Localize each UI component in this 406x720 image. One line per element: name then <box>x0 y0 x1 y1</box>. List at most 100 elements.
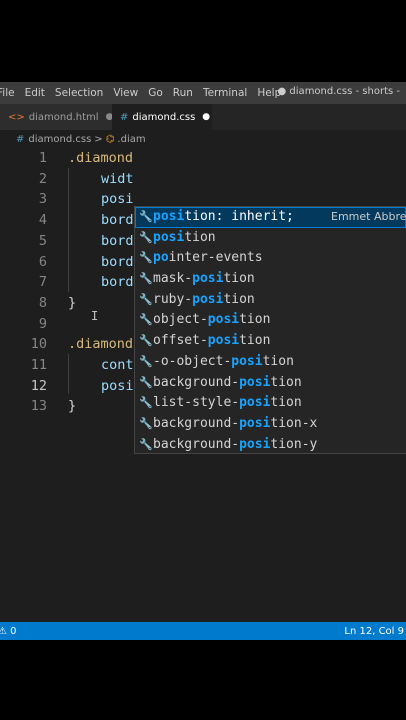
suggestion-match: posi <box>239 395 271 411</box>
css-file-icon: # <box>16 133 25 145</box>
suggestion-match: posi <box>153 209 185 224</box>
suggestion-item[interactable]: 🔧position <box>135 228 406 249</box>
breadcrumb-symbol[interactable]: .diam <box>117 134 145 145</box>
suggestion-item[interactable]: 🔧pointer-events <box>135 248 406 269</box>
tab-label: diamond.html <box>28 111 99 123</box>
line-number: 11 <box>30 357 47 373</box>
suggestion-match: posi <box>192 291 224 307</box>
wrench-icon: 🔧 <box>139 251 153 265</box>
suggestion-rest: tion <box>262 353 294 369</box>
suggestion-item[interactable]: 🔧background-position-y <box>135 435 406 453</box>
line-number: 6 <box>38 253 47 270</box>
breadcrumb-file[interactable]: diamond.css <box>28 134 91 145</box>
wrench-icon: 🔧 <box>139 375 153 389</box>
suggestion-item[interactable]: 🔧-o-object-position <box>135 352 406 373</box>
code-text-wrapper: posi <box>101 376 136 396</box>
suggestion-item[interactable]: 🔧position: inherit; Emmet Abbre <box>135 207 406 228</box>
tab-label: diamond.css <box>132 111 196 123</box>
menu-bar: File Edit Selection View Go Run Terminal… <box>0 82 406 104</box>
suggestion-rest: tion <box>270 395 302 411</box>
autocomplete-suggestions: 🔧position: inherit; Emmet Abbre 🔧positio… <box>134 206 406 454</box>
menu-view[interactable]: View <box>108 87 143 99</box>
wrench-icon: 🔧 <box>139 272 153 286</box>
wrench-icon: 🔧 <box>139 334 153 348</box>
suggestion-prefix: mask- <box>153 271 193 287</box>
menu-selection[interactable]: Selection <box>50 87 108 99</box>
suggestion-prefix: object- <box>153 312 208 328</box>
suggestion-item[interactable]: 🔧object-position <box>135 310 406 331</box>
code-text: widt <box>101 170 134 187</box>
unsaved-dot-icon[interactable]: ● <box>202 112 210 122</box>
problems-count[interactable]: ⚠ 0 <box>0 626 17 637</box>
tab-diamond-html[interactable]: <> diamond.html ● <box>0 104 113 130</box>
line-number: 8 <box>38 294 47 311</box>
suggestion-rest: tion <box>223 271 255 287</box>
code-line: 1 .diamond <box>0 148 406 168</box>
wrench-icon: 🔧 <box>139 437 153 451</box>
code-text: } <box>68 398 77 415</box>
i-beam-cursor-icon: I <box>91 309 99 323</box>
line-number: 10 <box>30 336 47 353</box>
line-number: 4 <box>38 212 47 229</box>
cursor-position[interactable]: Ln 12, Col 9 <box>344 626 404 637</box>
suggestion-rest: tion <box>270 374 302 390</box>
status-bar: ⚠ 0 Ln 12, Col 9 <box>0 622 406 640</box>
suggestion-prefix: -o-object- <box>153 353 232 369</box>
tab-diamond-css[interactable]: # diamond.css ● <box>112 104 212 130</box>
code-text: posi <box>101 191 134 208</box>
suggestion-item[interactable]: 🔧mask-position <box>135 269 406 290</box>
menu-go[interactable]: Go <box>143 87 168 99</box>
wrench-icon: 🔧 <box>139 230 153 244</box>
html-file-icon: <> <box>8 111 25 123</box>
suggestion-match: posi <box>192 271 224 287</box>
line-number: 5 <box>38 232 47 249</box>
vscode-window: File Edit Selection View Go Run Terminal… <box>0 82 406 640</box>
suggestion-item[interactable]: 🔧ruby-position <box>135 290 406 311</box>
wrench-icon: 🔧 <box>139 210 153 223</box>
suggestion-item[interactable]: 🔧list-style-position <box>135 393 406 414</box>
suggestion-rest: tion <box>184 229 216 245</box>
suggestion-prefix: ruby- <box>153 291 193 307</box>
suggestion-match: posi <box>207 312 240 328</box>
suggestion-prefix: background- <box>153 374 240 390</box>
suggestion-item[interactable]: 🔧background-position-x <box>135 414 406 435</box>
wrench-icon: 🔧 <box>139 354 153 368</box>
symbol-icon: ⌬ <box>105 133 115 145</box>
wrench-icon: 🔧 <box>139 396 153 410</box>
suggestion-prefix: background- <box>153 436 240 452</box>
suggestion-item[interactable]: 🔧offset-position <box>135 331 406 352</box>
line-number: 2 <box>38 170 47 187</box>
code-text: } <box>68 294 77 311</box>
wrench-icon: 🔧 <box>139 292 153 306</box>
code-text: posi <box>101 377 134 394</box>
menu-run[interactable]: Run <box>168 87 198 99</box>
suggestion-rest: inter-events <box>168 250 263 266</box>
suggestion-detail: Emmet Abbre <box>331 210 406 223</box>
suggestion-match: posi <box>239 436 271 452</box>
menu-terminal[interactable]: Terminal <box>198 87 252 99</box>
suggestion-rest: tion: inherit; <box>184 209 294 224</box>
line-number: 13 <box>30 398 47 415</box>
code-line: 2 widt <box>0 169 406 189</box>
menu-edit[interactable]: Edit <box>20 87 50 99</box>
suggestion-prefix: background- <box>153 415 240 431</box>
line-number: 12 <box>30 377 47 394</box>
suggestion-prefix: list-style- <box>153 395 240 411</box>
suggestion-match: posi <box>231 353 263 369</box>
suggestion-rest: tion <box>223 291 255 307</box>
code-text: bord <box>101 253 134 270</box>
code-text: bord <box>101 232 134 249</box>
menu-file[interactable]: File <box>0 87 20 99</box>
suggestion-rest: tion-x <box>270 415 318 431</box>
window-title: ● diamond.css - shorts - <box>277 86 400 97</box>
wrench-icon: 🔧 <box>139 313 153 327</box>
tab-bar: <> diamond.html ● # diamond.css ● <box>0 104 406 130</box>
code-text: bord <box>101 212 134 229</box>
suggestion-item[interactable]: 🔧background-position <box>135 373 406 394</box>
suggestion-match: posi <box>239 415 271 431</box>
code-text: .diamond <box>68 336 134 353</box>
line-number: 9 <box>38 315 47 332</box>
line-number: 3 <box>38 191 47 208</box>
breadcrumb: # diamond.css > ⌬ .diam <box>0 130 406 148</box>
suggestion-match: po <box>153 250 169 266</box>
